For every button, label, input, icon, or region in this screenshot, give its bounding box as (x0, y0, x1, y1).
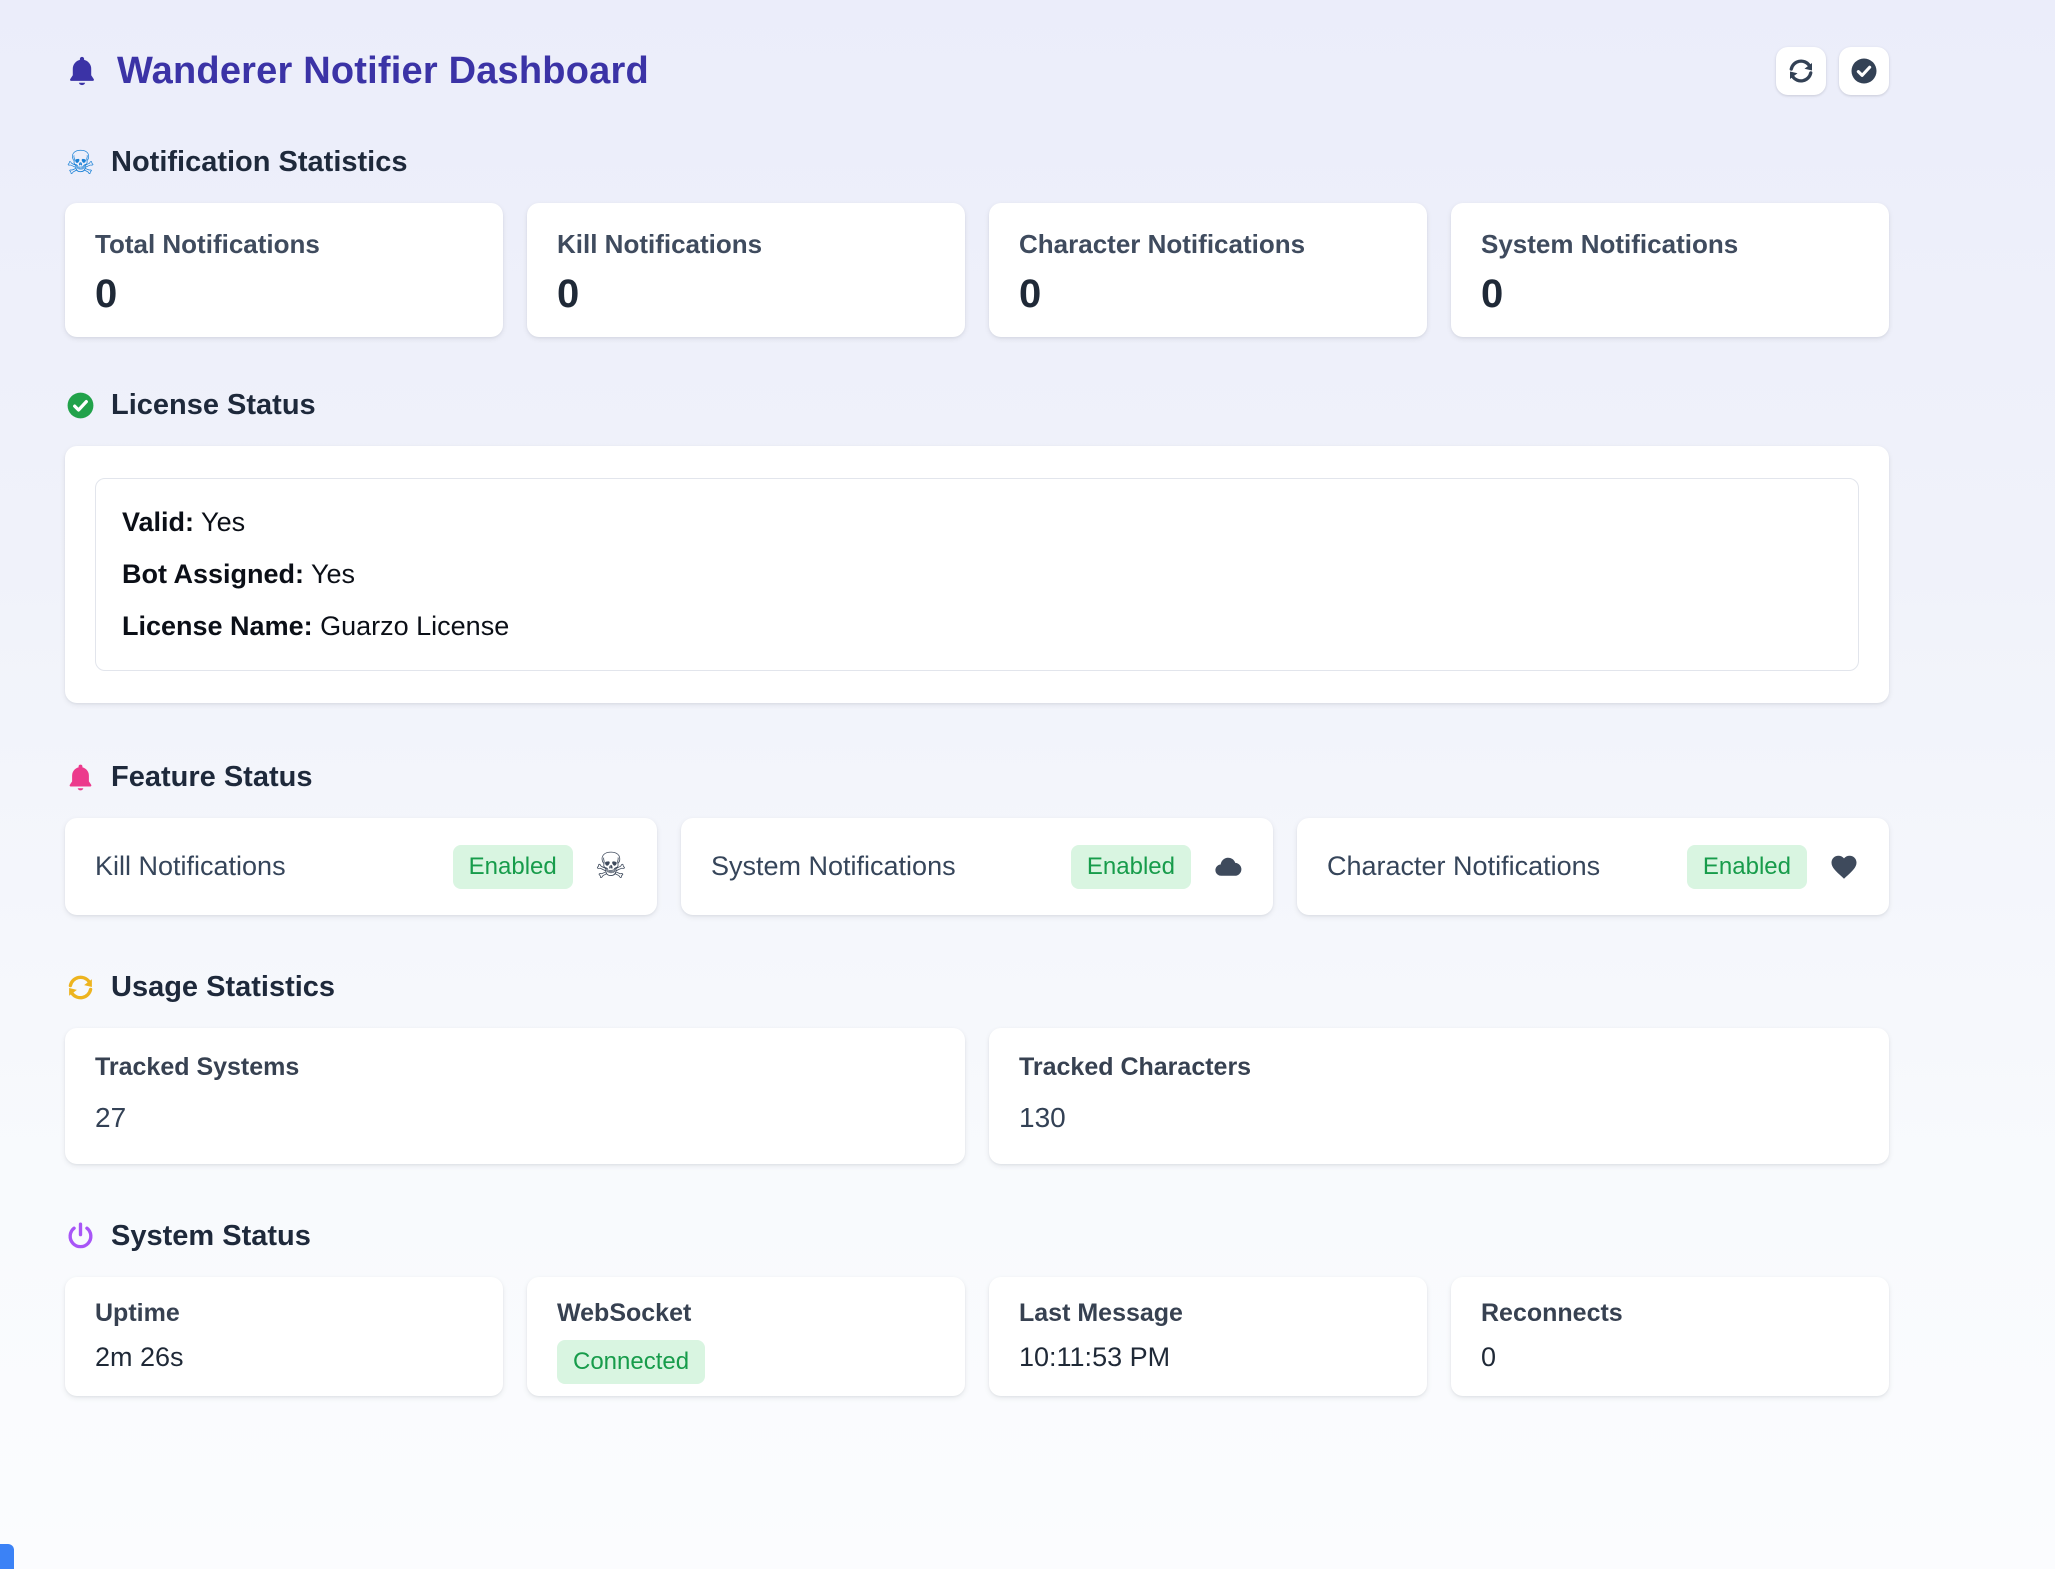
usage-statistics-cards: Tracked Systems 27 Tracked Characters 13… (65, 1028, 1889, 1164)
system-value: 0 (1481, 1342, 1859, 1373)
check-circle-icon (65, 390, 96, 421)
system-label: Last Message (1019, 1299, 1397, 1328)
usage-card-tracked-systems: Tracked Systems 27 (65, 1028, 965, 1164)
usage-label: Tracked Characters (1019, 1053, 1859, 1082)
feature-right: Enabled (1071, 845, 1243, 889)
license-bot-assigned-row: Bot Assigned: Yes (122, 559, 1832, 590)
heart-icon (1829, 852, 1859, 882)
license-details: Valid: Yes Bot Assigned: Yes License Nam… (95, 478, 1859, 671)
section-system-status-heading: System Status (65, 1220, 1889, 1253)
feature-label: Character Notifications (1327, 851, 1600, 882)
system-card-last-message: Last Message 10:11:53 PM (989, 1277, 1427, 1396)
usage-value: 27 (95, 1102, 935, 1134)
section-title: Usage Statistics (111, 971, 335, 1004)
section-notification-statistics-heading: ☠ Notification Statistics (65, 146, 1889, 179)
system-label: WebSocket (557, 1299, 935, 1328)
section-license-status-heading: License Status (65, 389, 1889, 422)
skull-crossbones-icon: ☠ (65, 147, 96, 178)
stat-card-character-notifications: Character Notifications 0 (989, 203, 1427, 337)
feature-right: Enabled ☠ (453, 845, 627, 889)
skull-crossbones-icon: ☠ (595, 849, 627, 885)
status-check-button[interactable] (1839, 47, 1889, 95)
bottom-left-partial-button[interactable] (0, 1544, 14, 1569)
cloud-icon (1213, 852, 1243, 882)
stat-label: Total Notifications (95, 229, 473, 260)
usage-label: Tracked Systems (95, 1053, 935, 1082)
header-actions (1776, 47, 1889, 95)
license-field-label: Valid: (122, 507, 194, 537)
system-label: Reconnects (1481, 1299, 1859, 1328)
section-title: Feature Status (111, 761, 312, 794)
bell-icon (65, 51, 99, 91)
license-valid-row: Valid: Yes (122, 507, 1832, 538)
dashboard-page: Wanderer Notifier Dashboard (65, 0, 1889, 1396)
feature-card-character-notifications: Character Notifications Enabled (1297, 818, 1889, 915)
license-field-value: Guarzo License (320, 611, 509, 641)
system-value: 10:11:53 PM (1019, 1342, 1397, 1373)
system-status-cards: Uptime 2m 26s WebSocket Connected Last M… (65, 1277, 1889, 1396)
refresh-button[interactable] (1776, 47, 1826, 95)
section-title: License Status (111, 389, 316, 422)
connection-status-badge: Connected (557, 1340, 705, 1384)
license-field-label: Bot Assigned: (122, 559, 304, 589)
stat-value: 0 (1019, 272, 1397, 317)
license-card: Valid: Yes Bot Assigned: Yes License Nam… (65, 446, 1889, 703)
usage-value: 130 (1019, 1102, 1859, 1134)
system-label: Uptime (95, 1299, 473, 1328)
feature-card-kill-notifications: Kill Notifications Enabled ☠ (65, 818, 657, 915)
status-badge: Enabled (1687, 845, 1807, 889)
status-badge: Enabled (1071, 845, 1191, 889)
feature-status-cards: Kill Notifications Enabled ☠ System Noti… (65, 818, 1889, 915)
stat-value: 0 (1481, 272, 1859, 317)
stat-card-kill-notifications: Kill Notifications 0 (527, 203, 965, 337)
refresh-icon (65, 972, 96, 1003)
feature-card-system-notifications: System Notifications Enabled (681, 818, 1273, 915)
power-icon (65, 1221, 96, 1252)
license-name-row: License Name: Guarzo License (122, 611, 1832, 642)
stat-label: System Notifications (1481, 229, 1859, 260)
system-card-reconnects: Reconnects 0 (1451, 1277, 1889, 1396)
usage-card-tracked-characters: Tracked Characters 130 (989, 1028, 1889, 1164)
stat-label: Kill Notifications (557, 229, 935, 260)
system-card-uptime: Uptime 2m 26s (65, 1277, 503, 1396)
stat-card-system-notifications: System Notifications 0 (1451, 203, 1889, 337)
system-badge-row: Connected (557, 1340, 935, 1384)
bell-icon (65, 762, 96, 793)
section-feature-status-heading: Feature Status (65, 761, 1889, 794)
system-value: 2m 26s (95, 1342, 473, 1373)
header: Wanderer Notifier Dashboard (65, 38, 1889, 104)
title-wrap: Wanderer Notifier Dashboard (65, 50, 649, 93)
feature-label: System Notifications (711, 851, 956, 882)
stat-card-total-notifications: Total Notifications 0 (65, 203, 503, 337)
license-field-label: License Name: (122, 611, 313, 641)
system-card-websocket: WebSocket Connected (527, 1277, 965, 1396)
stat-value: 0 (557, 272, 935, 317)
stat-label: Character Notifications (1019, 229, 1397, 260)
page-title: Wanderer Notifier Dashboard (117, 50, 649, 93)
license-field-value: Yes (311, 559, 355, 589)
check-circle-icon (1849, 56, 1879, 86)
section-title: Notification Statistics (111, 146, 408, 179)
license-field-value: Yes (201, 507, 245, 537)
section-title: System Status (111, 1220, 311, 1253)
notification-statistics-cards: Total Notifications 0 Kill Notifications… (65, 203, 1889, 337)
feature-right: Enabled (1687, 845, 1859, 889)
feature-label: Kill Notifications (95, 851, 286, 882)
status-badge: Enabled (453, 845, 573, 889)
section-usage-statistics-heading: Usage Statistics (65, 971, 1889, 1004)
stat-value: 0 (95, 272, 473, 317)
refresh-icon (1786, 56, 1816, 86)
